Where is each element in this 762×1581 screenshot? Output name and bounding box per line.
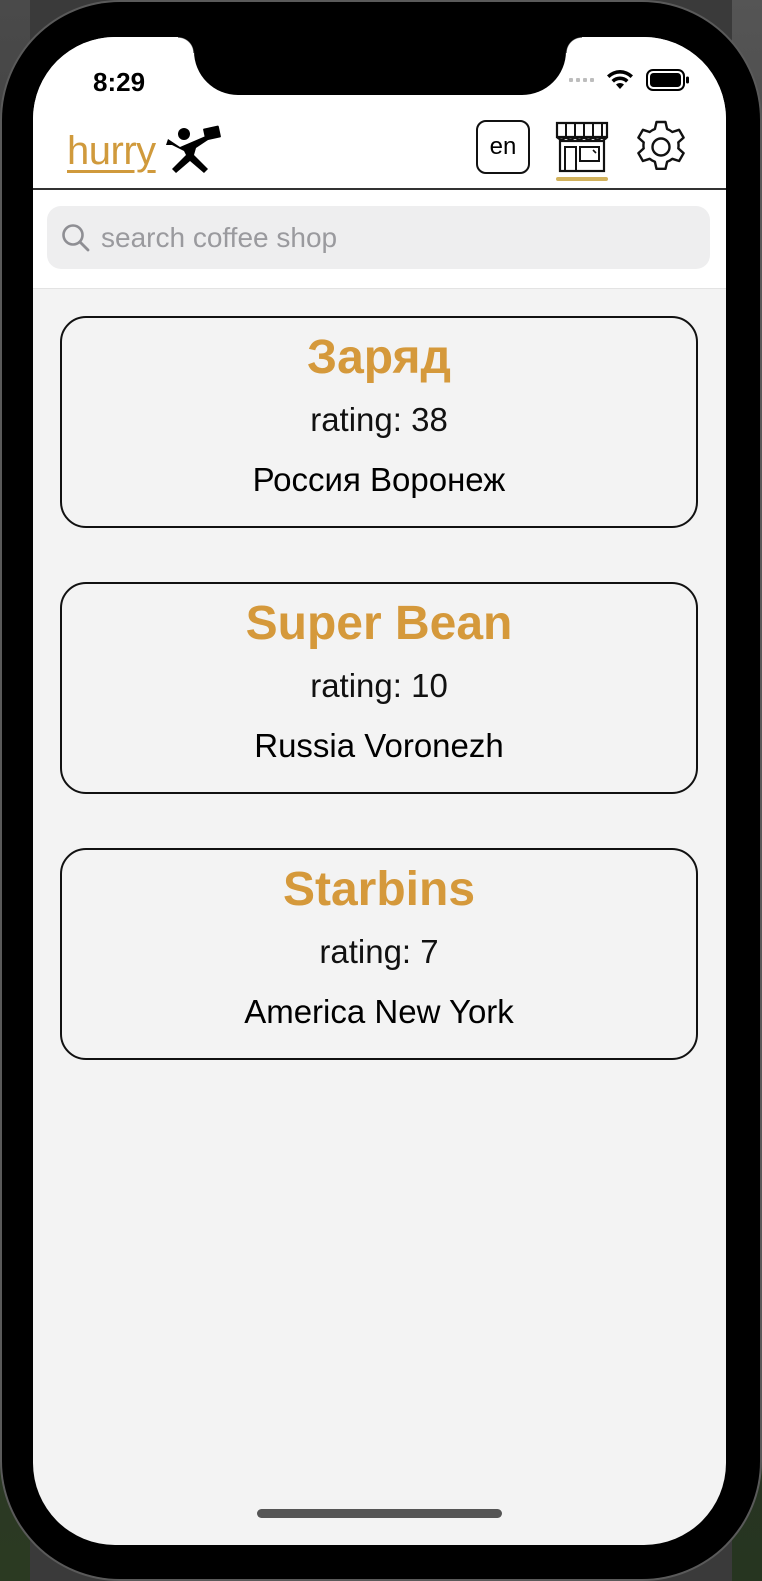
search-input[interactable] [101, 221, 661, 254]
shop-location: Russia Voronezh [254, 727, 504, 764]
status-time: 8:29 [93, 67, 146, 97]
shop-card[interactable]: Starbins rating: 7 America New York [60, 848, 698, 1060]
home-indicator[interactable] [257, 1509, 502, 1518]
battery-icon [646, 69, 689, 91]
status-icons [569, 69, 690, 91]
app-logo[interactable]: hurry [67, 125, 224, 177]
shop-rating: rating: 7 [319, 933, 439, 970]
shop-location: America New York [244, 993, 514, 1030]
cellular-signal-icon [569, 78, 594, 82]
search-field[interactable] [47, 206, 710, 269]
shop-location: Россия Воронеж [252, 461, 506, 498]
search-icon [62, 223, 90, 251]
runner-logo-icon [165, 125, 221, 173]
search-bar [33, 190, 726, 289]
device-notch [178, 37, 582, 95]
shop-name: Starbins [282, 863, 476, 916]
gear-icon[interactable] [631, 117, 691, 177]
shop-rating: rating: 10 [310, 667, 448, 704]
language-button[interactable]: en [476, 120, 530, 174]
phone-frame: 8:29 hurry en search coffee shop Заряд r… [2, 2, 760, 1579]
shop-name: Super Bean [245, 597, 513, 650]
shop-name: Заряд [307, 331, 451, 384]
shop-icon[interactable] [553, 117, 611, 179]
coffee-shop-list: Заряд rating: 38 Россия Воронеж Super Be… [60, 316, 698, 1114]
shop-card[interactable]: Super Bean rating: 10 Russia Voronezh [60, 582, 698, 794]
shop-card[interactable]: Заряд rating: 38 Россия Воронеж [60, 316, 698, 528]
wifi-icon [607, 70, 633, 89]
shop-tab-indicator [556, 177, 608, 181]
app-screen: 8:29 hurry en search coffee shop Заряд r… [33, 37, 726, 1545]
logo-text: hurry [67, 128, 156, 173]
app-header: hurry en [33, 117, 726, 190]
shop-rating: rating: 38 [310, 401, 448, 438]
